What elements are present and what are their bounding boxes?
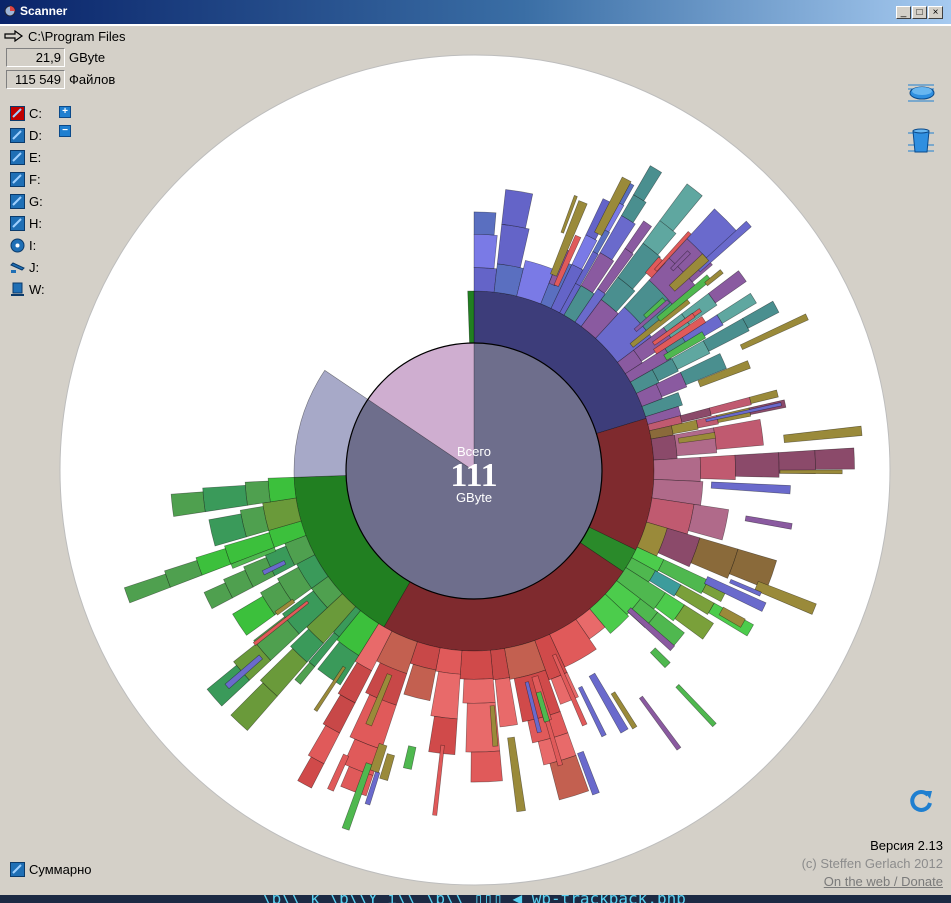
file-segment[interactable] [779, 469, 843, 475]
folder-segment[interactable] [473, 211, 497, 236]
summary-toggle[interactable]: Суммарно [10, 860, 92, 878]
web-donate-link[interactable]: On the web / Donate [824, 874, 943, 889]
folder-segment[interactable] [814, 447, 855, 470]
hard-drive-view-icon[interactable] [906, 78, 936, 108]
folder-segment[interactable] [734, 452, 780, 478]
taskbar-strip: \b\\ k \b\\Y i\\ \b\\ ▯▯▯ ◀ wp-trackback… [0, 895, 951, 903]
folder-segment[interactable] [473, 267, 498, 293]
taskbar-text: \b\\ k \b\\Y i\\ \b\\ ▯▯▯ ◀ wp-trackback… [262, 895, 686, 903]
hard-drive-icon [10, 861, 25, 877]
sunburst-chart[interactable]: Всего 111 GByte [0, 0, 951, 903]
folder-segment[interactable] [267, 476, 297, 503]
summary-label: Суммарно [29, 861, 92, 877]
copyright-text: (c) Steffen Gerlach 2012 [801, 856, 943, 871]
folder-segment[interactable] [462, 678, 496, 704]
folder-segment[interactable] [470, 750, 503, 783]
trash-icon[interactable] [906, 125, 936, 155]
folder-segment[interactable] [459, 649, 494, 680]
center-unit: GByte [456, 490, 492, 505]
folder-segment[interactable] [653, 456, 701, 482]
folder-segment[interactable] [650, 434, 678, 461]
center-value: 111 [450, 457, 497, 494]
folder-segment[interactable] [170, 491, 206, 517]
folder-segment[interactable] [244, 480, 271, 506]
refresh-icon[interactable] [906, 786, 936, 816]
folder-segment[interactable] [699, 454, 736, 481]
version-text: Версия 2.13 [870, 838, 943, 853]
folder-segment[interactable] [473, 233, 498, 269]
